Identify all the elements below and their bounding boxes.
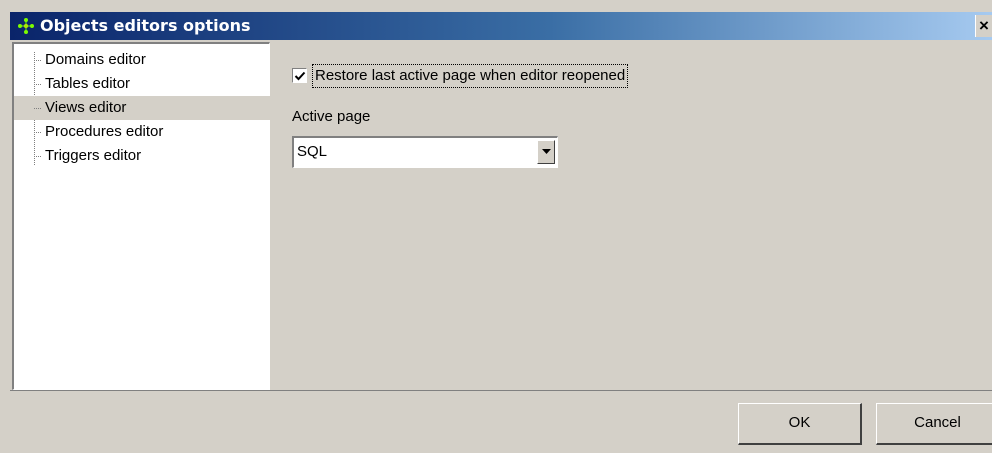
tree-item-domains-editor[interactable]: Domains editor bbox=[34, 48, 150, 72]
close-icon: × bbox=[979, 16, 989, 35]
restore-page-label[interactable]: Restore last active page when editor reo… bbox=[312, 64, 629, 88]
tree-stub bbox=[34, 108, 41, 109]
tree-item-views-editor[interactable]: Views editor bbox=[14, 96, 297, 120]
close-button[interactable]: × bbox=[975, 15, 992, 37]
tree-stub bbox=[34, 60, 41, 61]
tree-stub bbox=[34, 156, 41, 157]
tree-stub bbox=[34, 84, 41, 85]
restore-page-checkbox[interactable] bbox=[292, 68, 307, 83]
tree-item-label: Views editor bbox=[45, 99, 127, 116]
tree-stub bbox=[34, 132, 41, 133]
ok-button[interactable]: OK bbox=[738, 403, 862, 445]
tree-item-label: Triggers editor bbox=[45, 147, 142, 164]
cancel-button[interactable]: Cancel bbox=[876, 403, 992, 445]
tree-item-procedures-editor[interactable]: Procedures editor bbox=[34, 120, 167, 144]
tree-item-label: Tables editor bbox=[45, 75, 131, 92]
checkmark-icon bbox=[294, 71, 306, 81]
tree-item-label: Domains editor bbox=[45, 51, 146, 68]
tree-item-label: Procedures editor bbox=[45, 123, 164, 140]
editor-tree[interactable]: Domains editor Tables editor Views edito… bbox=[12, 42, 297, 390]
dropdown-button[interactable] bbox=[537, 140, 555, 164]
app-tree-icon bbox=[16, 17, 36, 35]
button-bar-divider bbox=[10, 390, 992, 391]
title-bar[interactable]: Objects editors options × bbox=[10, 12, 992, 40]
tree-item-triggers-editor[interactable]: Triggers editor bbox=[34, 144, 145, 168]
options-dialog: Objects editors options × Domains editor… bbox=[0, 0, 992, 453]
tree-item-tables-editor[interactable]: Tables editor bbox=[34, 72, 134, 96]
chevron-down-icon bbox=[542, 149, 551, 154]
active-page-value: SQL bbox=[297, 143, 328, 160]
window-title: Objects editors options bbox=[40, 16, 251, 35]
active-page-label: Active page bbox=[292, 108, 371, 125]
active-page-select[interactable]: SQL bbox=[292, 136, 558, 168]
